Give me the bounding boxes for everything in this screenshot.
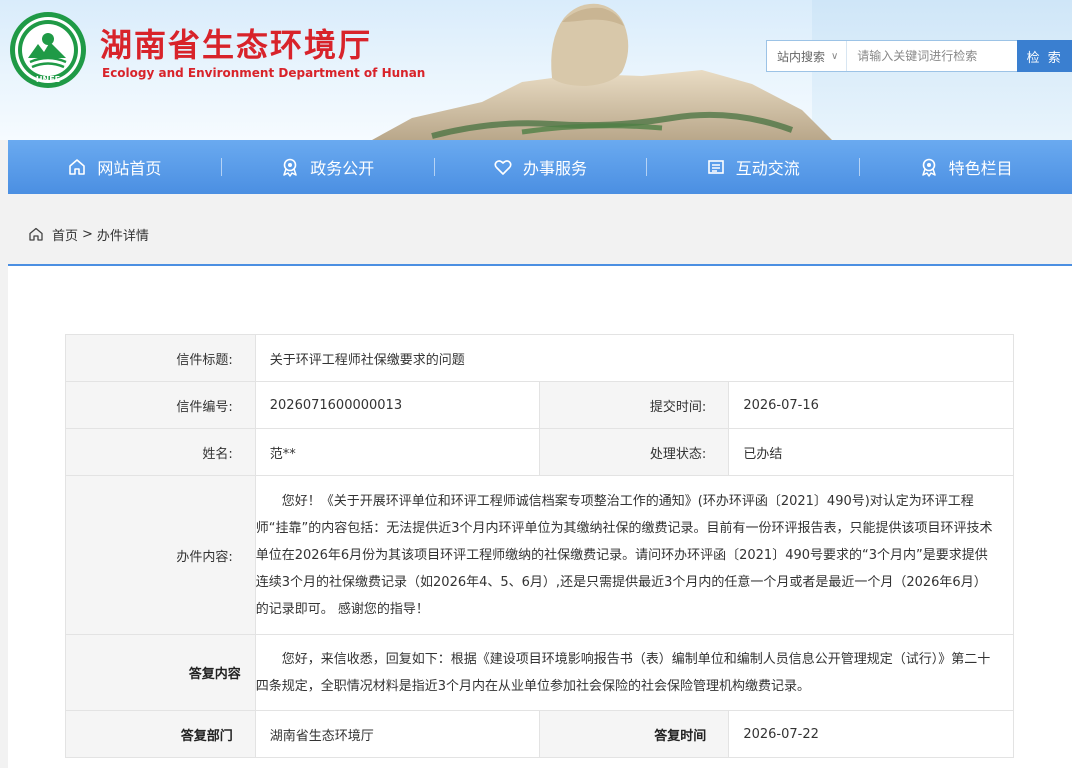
nav-item-label: 特色栏目 <box>948 159 1013 178</box>
letter-number: 2026071600000013 <box>254 381 540 429</box>
heart-icon <box>494 160 512 175</box>
nav-item-featured[interactable]: 特色栏目 <box>859 140 1072 194</box>
letter-detail-panel: 信件标题: 关于环评工程师社保缴要求的问题 信件编号: 202607160000… <box>8 264 1072 768</box>
nav-item-services[interactable]: 办事服务 <box>433 140 647 194</box>
main-nav: 网站首页 政务公开 办事服务 互动交流 特色栏目 <box>8 140 1072 194</box>
ribbon-badge-icon <box>921 158 936 177</box>
reply-dept: 湖南省生态环境厅 <box>254 710 540 758</box>
sender-name: 范** <box>254 428 540 476</box>
status-value: 已办结 <box>728 428 1014 476</box>
nav-item-label: 互动交流 <box>735 159 800 178</box>
home-icon <box>69 159 86 175</box>
letter-number-label: 信件编号: <box>65 381 256 429</box>
status-label: 处理状态: <box>538 428 730 476</box>
breadcrumb: 首页 > 办件详情 <box>8 212 1072 256</box>
table-row: 信件编号: 2026071600000013 提交时间: 2026-07-16 <box>65 381 1014 429</box>
name-label: 姓名: <box>65 428 256 476</box>
letter-content: 您好！《关于开展环评单位和环评工程师诚信档案专项整治工作的通知》(环办环评函〔2… <box>254 475 1015 635</box>
chat-board-icon <box>707 160 724 174</box>
breadcrumb-home-link[interactable]: 首页 <box>52 225 78 244</box>
reply-dept-label: 答复部门 <box>65 710 256 758</box>
breadcrumb-current: 办件详情 <box>96 228 149 244</box>
table-row: 答复内容 您好，来信收悉，回复如下：根据《建设项目环境影响报告书（表）编制单位和… <box>65 634 1015 711</box>
logo-text: HNEE <box>36 75 60 84</box>
reply-content-label: 答复内容 <box>65 634 256 711</box>
site-search: 站内搜索 ∨ 检 索 <box>766 40 1072 72</box>
site-title-cn: 湖南省生态环境厅 <box>100 26 373 64</box>
letter-title: 关于环评工程师社保缴要求的问题 <box>254 334 1015 382</box>
letter-detail-table: 信件标题: 关于环评工程师社保缴要求的问题 信件编号: 202607160000… <box>65 334 1015 758</box>
table-row: 姓名: 范** 处理状态: 已办结 <box>65 428 1014 476</box>
search-input[interactable] <box>847 41 1018 71</box>
chevron-down-icon: ∨ <box>830 50 839 62</box>
department-logo[interactable]: HNEE <box>8 10 88 90</box>
submit-time-label: 提交时间: <box>538 381 730 429</box>
table-row: 办件内容: 您好！《关于开展环评单位和环评工程师诚信档案专项整治工作的通知》(环… <box>65 475 1015 635</box>
reply-content: 您好，来信收悉，回复如下：根据《建设项目环境影响报告书（表）编制单位和编制人员信… <box>254 634 1015 711</box>
reply-time: 2026-07-22 <box>728 710 1014 758</box>
header-monument-illustration <box>372 3 832 140</box>
search-scope-select[interactable]: 站内搜索 ∨ <box>767 41 848 71</box>
content-label: 办件内容: <box>65 475 256 635</box>
search-button[interactable]: 检 索 <box>1017 40 1072 72</box>
site-header: HNEE 湖南省生态环境厅 Ecology and Environment De… <box>0 0 1072 140</box>
nav-item-label: 政务公开 <box>310 159 375 178</box>
search-scope-label: 站内搜索 <box>777 49 826 64</box>
submit-time: 2026-07-16 <box>728 381 1014 429</box>
table-row: 答复部门 湖南省生态环境厅 答复时间 2026-07-22 <box>65 710 1014 758</box>
nav-item-label: 办事服务 <box>522 159 587 178</box>
nav-item-government-affairs[interactable]: 政务公开 <box>220 140 434 194</box>
table-row: 信件标题: 关于环评工程师社保缴要求的问题 <box>65 334 1015 382</box>
reply-time-label: 答复时间 <box>538 710 730 758</box>
nav-item-home[interactable]: 网站首页 <box>8 140 221 194</box>
home-icon <box>29 227 43 241</box>
letter-title-label: 信件标题: <box>65 334 256 382</box>
nav-item-interaction[interactable]: 互动交流 <box>646 140 859 194</box>
breadcrumb-separator: > <box>82 226 93 242</box>
ribbon-badge-icon <box>283 158 297 177</box>
nav-item-label: 网站首页 <box>97 159 162 178</box>
